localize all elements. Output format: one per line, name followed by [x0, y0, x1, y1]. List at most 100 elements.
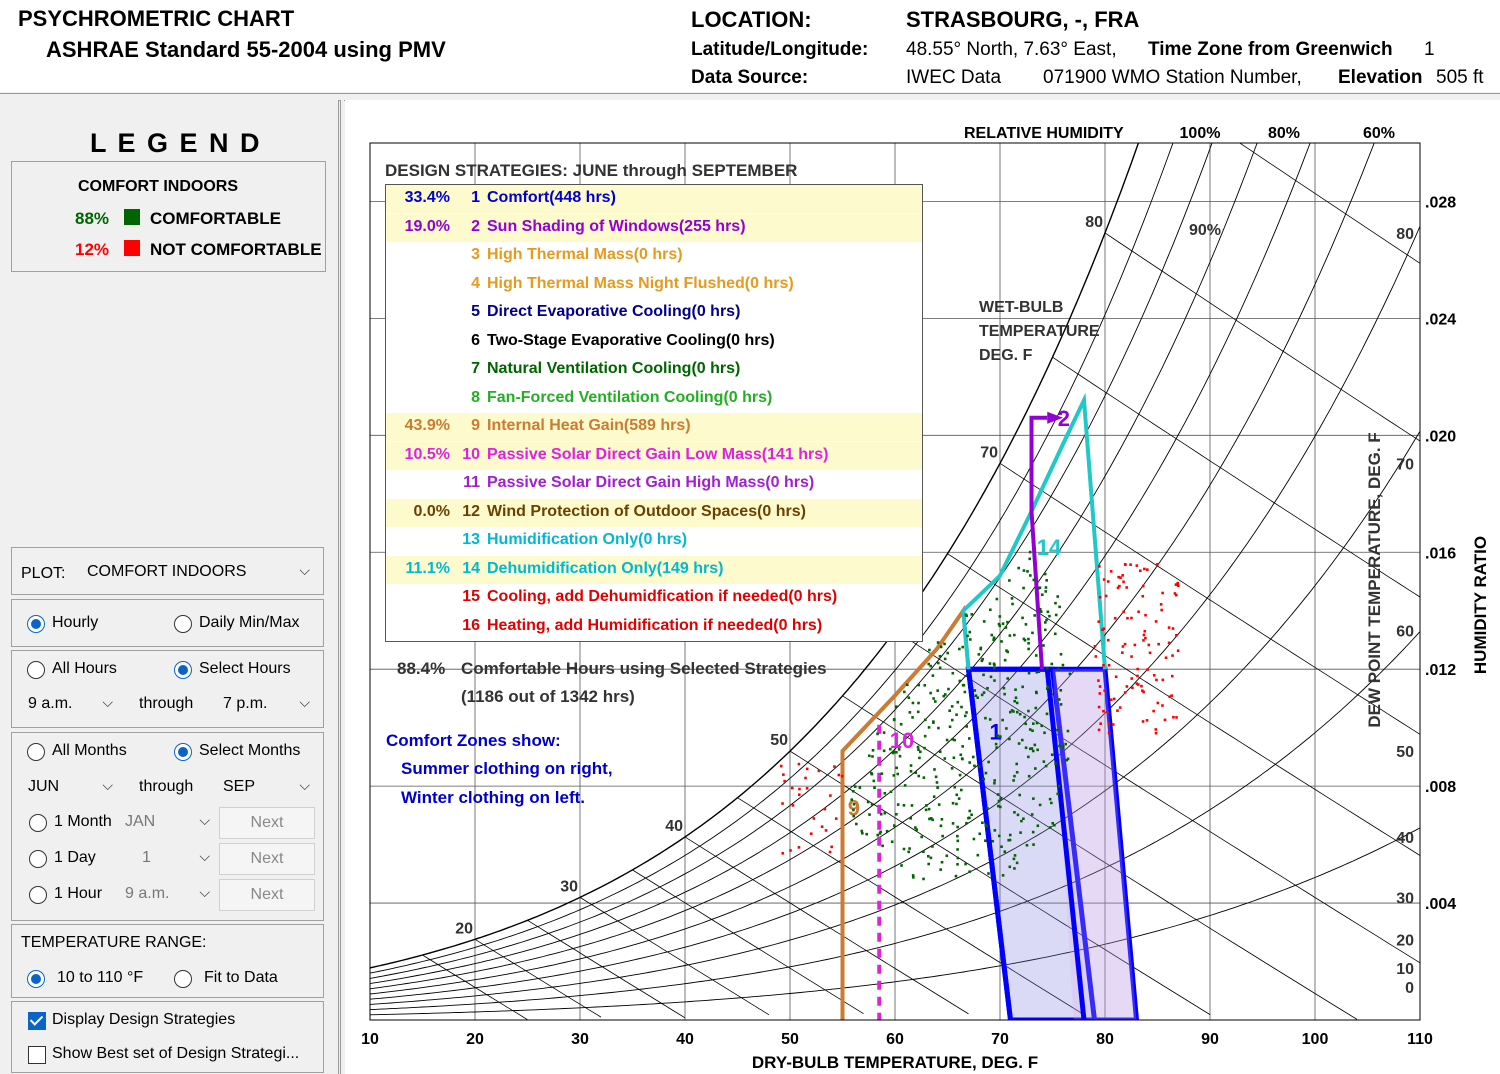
dew-point-tick-label: 0: [1405, 980, 1414, 997]
comfortable-point: [1033, 614, 1037, 617]
not-comfortable-point: [1152, 709, 1155, 713]
not-comfortable-point: [1159, 603, 1163, 606]
strategy-label: Direct Evaporative Cooling(0 hrs): [487, 303, 741, 320]
comfortable-point: [1058, 744, 1061, 748]
comfortable-point: [1024, 722, 1028, 726]
not-comfortable-point: [1129, 563, 1132, 566]
comfortable-point: [976, 853, 980, 857]
comfortable-point: [892, 774, 896, 777]
comfortable-point: [956, 848, 959, 851]
strategy-number: 6: [471, 331, 480, 349]
not-comfortable-point: [809, 832, 813, 835]
comfortable-point: [923, 684, 927, 687]
comfortable-point: [955, 713, 958, 717]
not-comfortable-point: [1101, 628, 1104, 632]
comfortable-point: [1068, 672, 1072, 676]
strategy-row: 4 High Thermal Mass Night Flushed(0 hrs): [386, 271, 922, 299]
comfortable-point: [1056, 595, 1060, 598]
wet-bulb-label: TEMPERATURE: [979, 323, 1100, 340]
not-comfortable-point: [1103, 689, 1106, 692]
not-comfortable-point: [1097, 679, 1100, 682]
comfortable-point: [885, 829, 889, 833]
comfortable-point: [958, 679, 962, 683]
comfort-note-3: Winter clothing on left.: [401, 788, 585, 807]
comfortable-point: [868, 813, 871, 816]
comfortable-point: [985, 825, 988, 828]
comfortable-point: [889, 747, 892, 751]
y-tick-label: .028: [1425, 194, 1456, 211]
summary-text: Comfortable Hours using Selected Strateg…: [461, 659, 827, 678]
comfortable-point: [977, 653, 981, 656]
comfortable-point: [984, 716, 987, 720]
comfortable-point: [1012, 779, 1015, 782]
comfortable-point: [1015, 710, 1019, 714]
comfortable-point: [994, 742, 998, 746]
comfortable-point: [998, 805, 1002, 809]
not-comfortable-point: [1142, 639, 1145, 642]
comfortable-point: [852, 802, 856, 806]
comfortable-point: [996, 734, 999, 737]
comfortable-point: [1028, 557, 1032, 561]
comfortable-point: [1012, 857, 1016, 861]
comfortable-point: [900, 864, 903, 867]
not-comfortable-point: [828, 850, 832, 854]
comfortable-point: [960, 788, 963, 792]
not-comfortable-point: [829, 794, 832, 797]
comfortable-point: [1045, 712, 1049, 716]
comfortable-point: [951, 801, 955, 805]
strategy-row: 0.0% 12 Wind Protection of Outdoor Spaces(…: [386, 498, 922, 527]
comfortable-point: [871, 748, 875, 752]
summary-pct: 88.4%: [397, 659, 446, 678]
not-comfortable-point: [1117, 575, 1120, 579]
comfort-note-1: Comfort Zones show:: [386, 731, 561, 750]
not-comfortable-point: [781, 852, 785, 855]
comfortable-point: [871, 755, 874, 758]
x-tick-label: 10: [361, 1031, 379, 1048]
strategy-row: 3 High Thermal Mass(0 hrs): [386, 242, 922, 270]
strategy-row: 8 Fan-Forced Ventilation Cooling(0 hrs): [386, 385, 922, 413]
comfortable-point: [936, 661, 940, 665]
comfortable-point: [1036, 748, 1039, 752]
comfortable-point: [911, 716, 914, 719]
not-comfortable-point: [1130, 677, 1134, 680]
comfortable-point: [907, 696, 911, 700]
x-tick-label: 70: [991, 1031, 1009, 1048]
comfortable-point: [929, 691, 932, 695]
strategy-row: 6 Two-Stage Evaporative Cooling(0 hrs): [386, 328, 922, 356]
not-comfortable-point: [1141, 594, 1145, 598]
comfortable-point: [979, 646, 983, 650]
comfortable-point: [971, 755, 975, 759]
comfortable-point: [852, 808, 855, 812]
not-comfortable-point: [1146, 668, 1149, 671]
comfortable-point: [1056, 792, 1060, 796]
comfortable-point: [907, 850, 910, 854]
not-comfortable-point: [1107, 663, 1111, 667]
comfortable-point: [1031, 631, 1034, 635]
comfortable-point: [914, 771, 918, 775]
comfortable-point: [969, 638, 972, 641]
rh-90-label: 90%: [1189, 222, 1221, 239]
not-comfortable-point: [1118, 706, 1122, 709]
comfortable-point: [964, 862, 967, 866]
comfortable-point: [932, 795, 936, 798]
comfortable-point: [895, 766, 898, 770]
strategy-pct: 11.1%: [405, 559, 450, 577]
comfortable-point: [1006, 620, 1009, 624]
comfortable-point: [1045, 618, 1048, 622]
not-comfortable-point: [1102, 578, 1106, 581]
strategy-label: High Thermal Mass(0 hrs): [487, 246, 683, 263]
not-comfortable-point: [1131, 686, 1134, 690]
comfortable-point: [970, 813, 973, 817]
comfortable-point: [910, 804, 914, 807]
comfortable-point: [892, 718, 896, 722]
strategy-pct: 19.0%: [404, 217, 450, 235]
dew-point-tick-label: 20: [1396, 932, 1414, 949]
comfortable-point: [1053, 823, 1056, 827]
comfortable-point: [934, 775, 938, 779]
comfortable-point: [890, 840, 894, 844]
comfortable-point: [1059, 688, 1063, 692]
comfortable-point: [938, 666, 942, 670]
comfortable-point: [1050, 801, 1053, 805]
comfortable-point: [990, 633, 994, 637]
comfortable-point: [947, 687, 950, 691]
